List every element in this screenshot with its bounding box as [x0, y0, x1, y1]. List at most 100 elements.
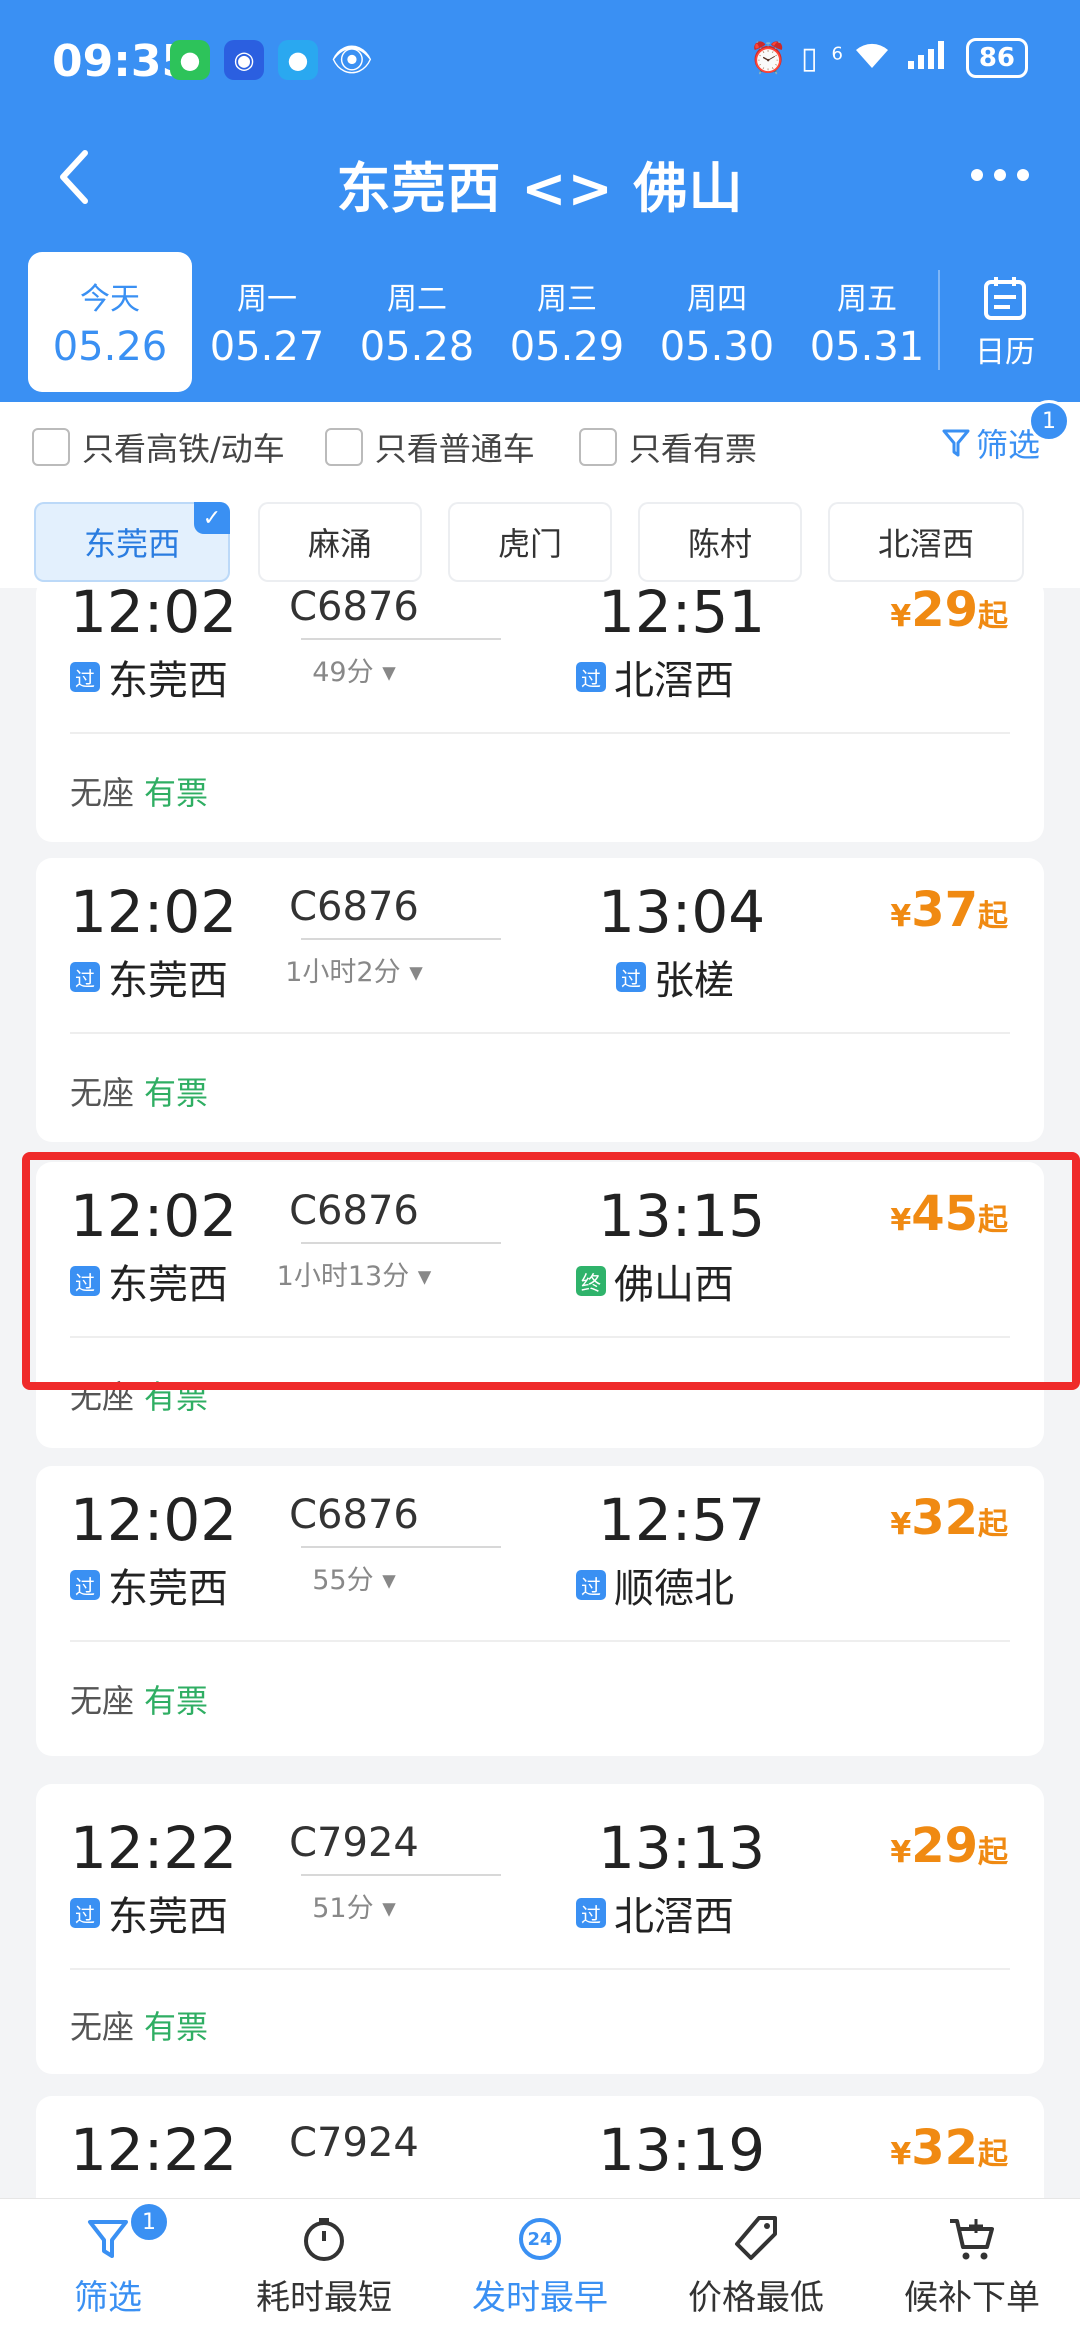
departure-time: 12:02 — [70, 588, 238, 646]
eye-icon: 👁 — [330, 40, 374, 80]
battery-indicator: 86 — [965, 38, 1028, 78]
price-tag-icon — [729, 2212, 783, 2266]
arrival-time: 13:13 — [598, 1814, 766, 1882]
date-tab-mon[interactable]: 周一 05.27 — [192, 252, 342, 392]
price: ¥32 起 — [890, 1490, 1008, 1546]
arrival-time: 13:15 — [598, 1182, 766, 1250]
station-name: 东莞西 — [108, 1894, 228, 1940]
sort-earliest-departure-button[interactable]: 24 发时最早 — [432, 2199, 648, 2332]
price: ¥29 起 — [890, 1818, 1008, 1874]
price-suffix: 起 — [978, 1835, 1008, 1870]
timer-icon — [297, 2212, 351, 2266]
filter-count-badge: 1 — [1028, 400, 1070, 442]
clock-24-text: 24 — [527, 2228, 553, 2250]
station-chip-humen[interactable]: 虎门 — [448, 502, 612, 582]
calendar-button[interactable]: 日历 — [950, 258, 1060, 388]
train-card[interactable]: 12:22 C7924 51分 ▾ 13:13 ¥29 起 过东莞西 过北滘西 无… — [36, 1784, 1044, 2074]
availability-status: 有票 — [144, 1682, 209, 1720]
date-tab-thu[interactable]: 周四 05.30 — [642, 252, 792, 392]
seat-type: 无座 — [70, 2008, 135, 2046]
sort-lowest-price-button[interactable]: 价格最低 — [648, 2199, 864, 2332]
station-chip-dongguanxi[interactable]: 东莞西 ✓ — [34, 502, 230, 582]
departure-station: 过东莞西 — [70, 648, 228, 706]
pass-tag: 过 — [576, 662, 606, 692]
station-name: 东莞西 — [108, 1262, 228, 1308]
normal-train-only-checkbox[interactable]: 只看普通车 — [324, 424, 535, 470]
header: 09:35 ● ◉ ● 👁 ⏰ ▯ 6 86 东莞西 <> 佛山 今天 05.2… — [0, 0, 1080, 402]
bottom-filter-button[interactable]: 筛选 1 — [0, 2199, 216, 2332]
sort-shortest-duration-button[interactable]: 耗时最短 — [216, 2199, 432, 2332]
train-card[interactable]: 12:02 C6876 49分 ▾ 12:51 ¥29 起 过东莞西 过北滘西 无… — [36, 588, 1044, 842]
filter-button[interactable]: 筛选 1 — [942, 400, 1070, 466]
availability-status: 有票 — [144, 2008, 209, 2046]
date-tab-today[interactable]: 今天 05.26 — [28, 252, 192, 392]
sort-lowest-price-label: 价格最低 — [688, 2278, 824, 2318]
card-divider — [70, 1336, 1010, 1338]
price-value: 29 — [911, 588, 978, 638]
seat-type: 无座 — [70, 1378, 135, 1416]
checkbox-label: 只看高铁/动车 — [82, 430, 285, 468]
duration[interactable]: 51分 ▾ — [216, 1886, 492, 1925]
departure-station: 过东莞西 — [70, 1884, 228, 1942]
pass-tag: 过 — [576, 1898, 606, 1928]
seat-availability: 无座 有票 — [70, 1068, 208, 1114]
train-card[interactable]: 12:02 C6876 1小时2分 ▾ 13:04 ¥37 起 过东莞西 过张槎 … — [36, 858, 1044, 1142]
duration[interactable]: 1小时2分 ▾ — [216, 950, 492, 989]
alarm-icon: ⏰ — [749, 40, 787, 76]
currency-symbol: ¥ — [890, 599, 912, 634]
date-tab-weekday: 周三 — [537, 282, 597, 317]
status-app-icons: ● ◉ ● 👁 — [170, 40, 374, 80]
calendar-icon — [984, 277, 1026, 320]
price-value: 32 — [911, 1490, 978, 1546]
duration[interactable]: 55分 ▾ — [216, 1558, 492, 1597]
price-suffix: 起 — [978, 899, 1008, 934]
cell-signal-icon — [906, 39, 952, 77]
train-number: C6876 — [289, 884, 419, 930]
vibrate-icon: ▯ — [800, 40, 818, 76]
arrival-time: 12:51 — [598, 588, 766, 646]
station-name: 东莞西 — [108, 658, 228, 704]
chat-bubble-icon: ● — [278, 40, 318, 80]
train-number: C6876 — [289, 588, 419, 630]
date-tab-date: 05.31 — [809, 324, 925, 370]
train-card[interactable]: 12:22 C7924 13:19 ¥32 起 — [36, 2096, 1044, 2198]
arrival-station: 过北滘西 — [576, 648, 734, 706]
station-chip-chencun[interactable]: 陈村 — [638, 502, 802, 582]
cart-icon — [945, 2212, 999, 2266]
departure-time: 12:02 — [70, 878, 238, 946]
date-tab-wed[interactable]: 周三 05.29 — [492, 252, 642, 392]
station-chip-machong[interactable]: 麻涌 — [258, 502, 422, 582]
more-options-button[interactable] — [960, 140, 1040, 210]
station-chip-beijiaoxi[interactable]: 北滘西 — [828, 502, 1024, 582]
duration[interactable]: 1小时13分 ▾ — [216, 1254, 492, 1293]
checkbox-box — [324, 428, 363, 466]
card-divider — [70, 1640, 1010, 1642]
price-suffix: 起 — [978, 599, 1008, 634]
duration[interactable]: 49分 ▾ — [216, 650, 492, 689]
more-dots-icon — [971, 169, 1029, 181]
bottom-bar: 筛选 1 耗时最短 24 发时最早 价格最低 候补下单 — [0, 2198, 1080, 2332]
date-tab-date: 05.29 — [509, 324, 625, 370]
train-card[interactable]: 12:02 C6876 1小时13分 ▾ 13:15 ¥45 起 过东莞西 终佛山… — [36, 1162, 1044, 1448]
high-speed-only-checkbox[interactable]: 只看高铁/动车 — [32, 424, 285, 470]
sort-earliest-label: 发时最早 — [472, 2278, 608, 2318]
station-name: 顺德北 — [614, 1566, 734, 1612]
train-card[interactable]: 12:02 C6876 55分 ▾ 12:57 ¥32 起 过东莞西 过顺德北 无… — [36, 1466, 1044, 1756]
duration-text: 51分 — [312, 1893, 374, 1924]
station-chip-label: 北滘西 — [877, 525, 974, 563]
station-name: 佛山西 — [614, 1262, 734, 1308]
train-line-divider — [301, 938, 501, 940]
price-value: 45 — [911, 1186, 978, 1242]
arrival-station: 过北滘西 — [576, 1884, 734, 1942]
train-number: C7924 — [289, 1820, 419, 1866]
check-icon: ✓ — [194, 502, 230, 534]
waitlist-order-button[interactable]: 候补下单 — [864, 2199, 1080, 2332]
duration-text: 55分 — [312, 1565, 374, 1596]
arrival-station: 过顺德北 — [576, 1556, 734, 1614]
tickets-only-checkbox[interactable]: 只看有票 — [578, 424, 757, 470]
seat-type: 无座 — [70, 1074, 135, 1112]
date-tab-tue[interactable]: 周二 05.28 — [342, 252, 492, 392]
page-title: 东莞西 <> 佛山 — [336, 157, 744, 220]
date-tab-fri[interactable]: 周五 05.31 — [792, 252, 942, 392]
station-name: 张槎 — [654, 958, 734, 1004]
